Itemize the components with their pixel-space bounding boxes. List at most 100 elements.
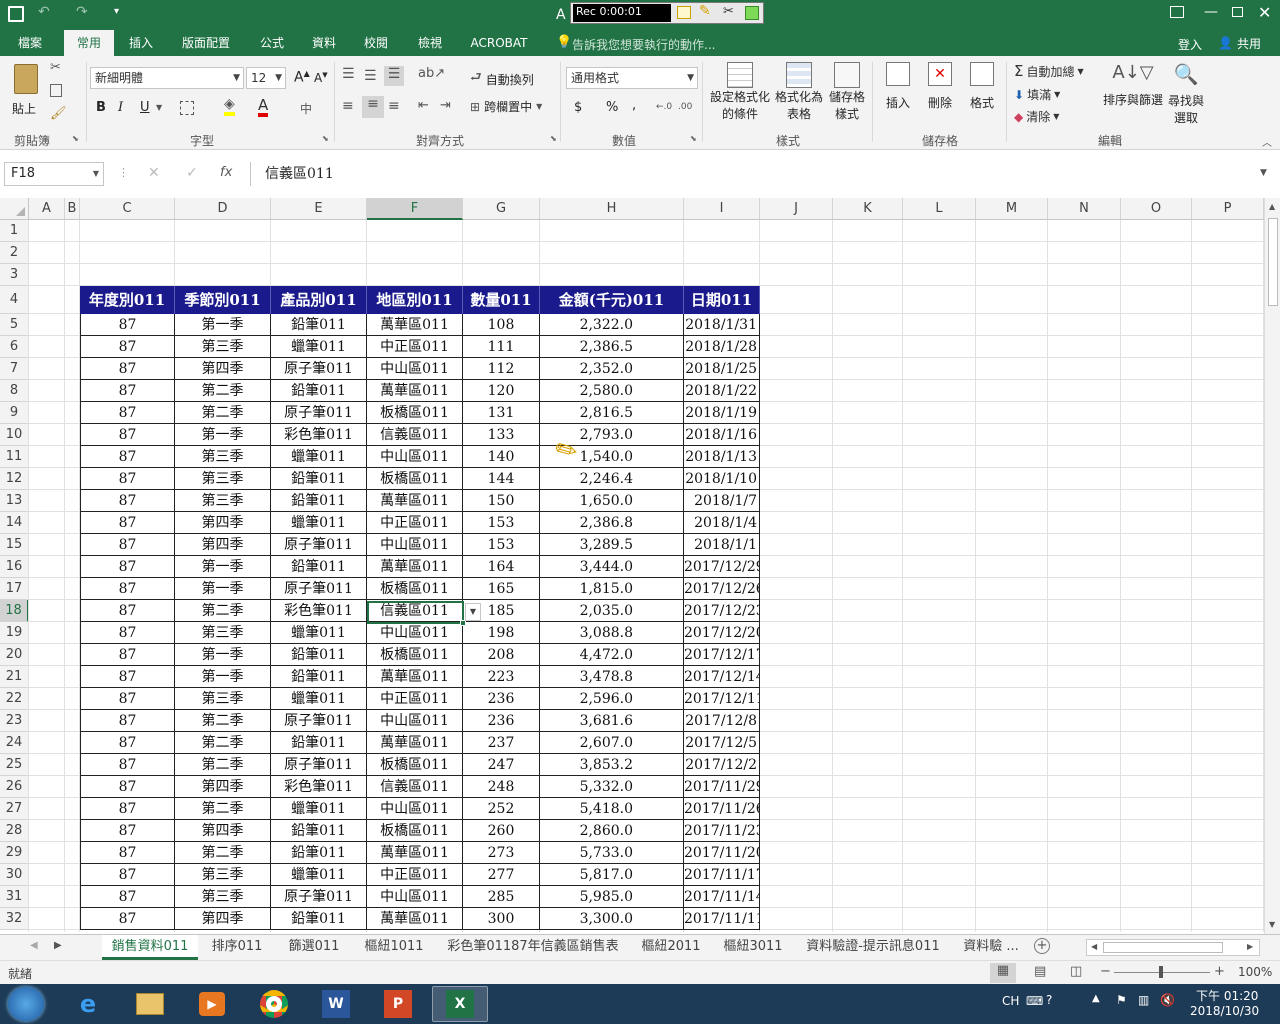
row-header-22[interactable]: 22 xyxy=(0,688,29,710)
sheet-tab-filter[interactable]: 篩選011 xyxy=(280,935,348,960)
cell-region[interactable]: 中山區011 xyxy=(367,534,463,556)
cell-year[interactable]: 87 xyxy=(80,380,175,402)
undo-icon[interactable]: ↶ xyxy=(38,4,50,20)
cell-season[interactable]: 第一季 xyxy=(175,314,271,336)
insert-function-icon[interactable]: fx xyxy=(220,165,232,180)
cell-region[interactable]: 中正區011 xyxy=(367,688,463,710)
cell-region[interactable]: 中山區011 xyxy=(367,358,463,380)
column-header-l[interactable]: L xyxy=(903,198,976,220)
cell-amount[interactable]: 2,860.0 xyxy=(540,820,684,842)
header-amount[interactable]: 金額(千元)011 xyxy=(540,286,684,314)
tab-home[interactable]: 常用 xyxy=(64,30,114,56)
zoom-level[interactable]: 100% xyxy=(1238,965,1272,979)
cell-amount[interactable]: 5,418.0 xyxy=(540,798,684,820)
row-header-28[interactable]: 28 xyxy=(0,820,29,842)
cell-amount[interactable]: 5,817.0 xyxy=(540,864,684,886)
scroll-left-icon[interactable]: ◀ xyxy=(1091,942,1097,951)
number-launcher-icon[interactable]: ⬊ xyxy=(690,134,697,143)
formula-input[interactable]: 信義區011 xyxy=(250,162,1274,186)
cancel-entry-icon[interactable]: ✕ xyxy=(148,165,160,181)
row-header-21[interactable]: 21 xyxy=(0,666,29,688)
cell-year[interactable]: 87 xyxy=(80,358,175,380)
cell-season[interactable]: 第二季 xyxy=(175,754,271,776)
column-header-i[interactable]: I xyxy=(684,198,760,220)
chrome-icon[interactable] xyxy=(246,986,302,1022)
cell-season[interactable]: 第三季 xyxy=(175,336,271,358)
format-as-table-button[interactable]: 格式化為 表格 xyxy=(774,62,824,128)
increase-decimal-icon[interactable]: ←.0 xyxy=(656,102,672,112)
scroll-up-icon[interactable]: ▲ xyxy=(1269,202,1275,211)
share-button[interactable]: 👤 共用 xyxy=(1212,32,1274,54)
next-sheet-icon[interactable]: ▶ xyxy=(54,940,62,951)
scroll-thumb[interactable] xyxy=(1268,218,1278,306)
column-header-a[interactable]: A xyxy=(29,198,65,220)
cell-quantity[interactable]: 260 xyxy=(463,820,540,842)
sheet-tab-sales[interactable]: 銷售資料011 xyxy=(102,935,198,960)
cell-season[interactable]: 第四季 xyxy=(175,820,271,842)
cell-quantity[interactable]: 108 xyxy=(463,314,540,336)
autosum-button[interactable]: Σ 自動加總 ▼ xyxy=(1014,62,1084,80)
cell-amount[interactable]: 3,289.5 xyxy=(540,534,684,556)
page-layout-view-icon[interactable]: ▤ xyxy=(1034,964,1046,979)
tab-file[interactable]: 檔案 xyxy=(10,30,50,56)
cell-region[interactable]: 中正區011 xyxy=(367,864,463,886)
cell-year[interactable]: 87 xyxy=(80,622,175,644)
cell-product[interactable]: 鉛筆011 xyxy=(271,908,367,930)
scroll-down-icon[interactable]: ▼ xyxy=(1269,920,1275,929)
cell-region[interactable]: 中山區011 xyxy=(367,446,463,468)
paste-button[interactable]: 貼上 xyxy=(8,62,44,122)
tell-me-box[interactable]: 告訴我您想要執行的動作... xyxy=(572,36,715,53)
column-header-g[interactable]: G xyxy=(463,198,540,220)
cell-amount[interactable]: 3,088.8 xyxy=(540,622,684,644)
row-header-30[interactable]: 30 xyxy=(0,864,29,886)
cell-year[interactable]: 87 xyxy=(80,490,175,512)
cell-date[interactable]: 2017/12/5 xyxy=(684,732,760,754)
column-header-f[interactable]: F xyxy=(367,198,463,220)
increase-font-icon[interactable]: A▲ xyxy=(294,69,310,86)
cell-date[interactable]: 2017/12/2 xyxy=(684,754,760,776)
cell-region[interactable]: 板橋區011 xyxy=(367,820,463,842)
cell-date[interactable]: 2018/1/25 xyxy=(684,358,760,380)
cell-date[interactable]: 2017/12/14 xyxy=(684,666,760,688)
cell-amount[interactable]: 1,650.0 xyxy=(540,490,684,512)
cell-quantity[interactable]: 237 xyxy=(463,732,540,754)
cell-region[interactable]: 中山區011 xyxy=(367,622,463,644)
media-player-icon[interactable]: ▶ xyxy=(184,986,240,1022)
row-header-6[interactable]: 6 xyxy=(0,336,29,358)
sheet-tab-crayon-report[interactable]: 彩色筆01187年信義區銷售表 xyxy=(440,935,626,960)
cell-region[interactable]: 萬華區011 xyxy=(367,842,463,864)
sort-filter-button[interactable]: A↓▽ 排序與篩選 xyxy=(1100,62,1166,108)
prev-sheet-icon[interactable]: ◀ xyxy=(30,940,38,951)
cell-quantity[interactable]: 140 xyxy=(463,446,540,468)
row-header-16[interactable]: 16 xyxy=(0,556,29,578)
cell-amount[interactable]: 2,322.0 xyxy=(540,314,684,336)
column-header-b[interactable]: B xyxy=(65,198,80,220)
row-header-25[interactable]: 25 xyxy=(0,754,29,776)
cell-amount[interactable]: 3,853.2 xyxy=(540,754,684,776)
cell-season[interactable]: 第二季 xyxy=(175,842,271,864)
horizontal-scrollbar[interactable]: ◀ ▶ xyxy=(1086,939,1260,956)
clock-date[interactable]: 2018/10/30 xyxy=(1190,1004,1259,1018)
cell-date[interactable]: 2017/12/8 xyxy=(684,710,760,732)
cell-product[interactable]: 蠟筆011 xyxy=(271,336,367,358)
row-header-31[interactable]: 31 xyxy=(0,886,29,908)
cell-year[interactable]: 87 xyxy=(80,402,175,424)
cell-quantity[interactable]: 300 xyxy=(463,908,540,930)
cell-year[interactable]: 87 xyxy=(80,710,175,732)
cell-amount[interactable]: 2,596.0 xyxy=(540,688,684,710)
cell-year[interactable]: 87 xyxy=(80,644,175,666)
powerpoint-icon[interactable]: P xyxy=(370,986,426,1022)
align-center-icon[interactable]: ≡ xyxy=(362,96,384,118)
signin-link[interactable]: 登入 xyxy=(1178,36,1202,53)
cell-quantity[interactable]: 248 xyxy=(463,776,540,798)
name-box[interactable]: F18 ▼ xyxy=(4,162,104,186)
row-header-12[interactable]: 12 xyxy=(0,468,29,490)
cell-region[interactable]: 萬華區011 xyxy=(367,556,463,578)
column-header-d[interactable]: D xyxy=(175,198,271,220)
cell-quantity[interactable]: 165 xyxy=(463,578,540,600)
cell-region[interactable]: 萬華區011 xyxy=(367,314,463,336)
format-cells-button[interactable]: 格式 xyxy=(962,62,1002,111)
cell-year[interactable]: 87 xyxy=(80,820,175,842)
cell-amount[interactable]: 2,035.0 xyxy=(540,600,684,622)
font-size-combo[interactable]: 12 ▼ xyxy=(246,67,286,89)
